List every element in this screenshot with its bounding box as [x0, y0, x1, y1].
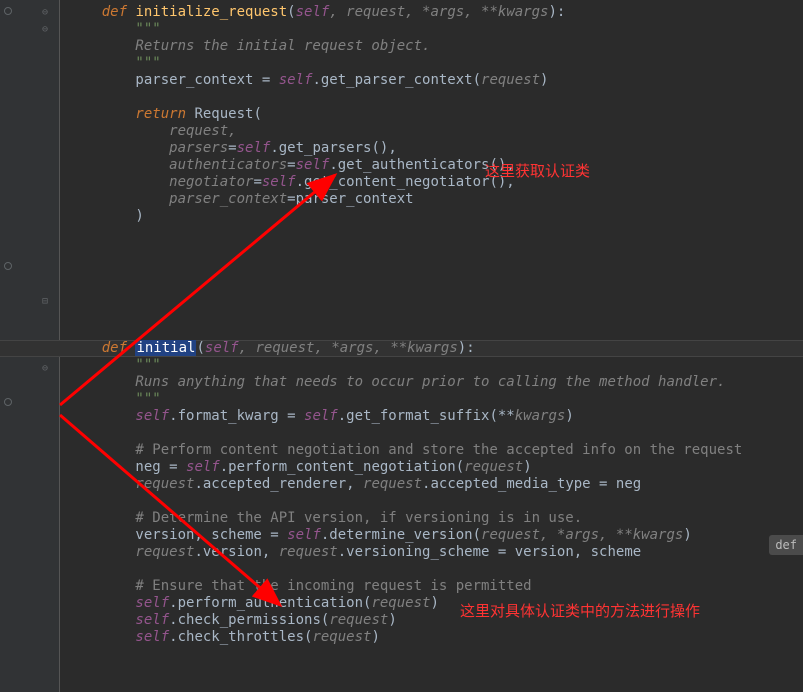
docstring: """: [68, 391, 161, 408]
breakpoint-marker[interactable]: [4, 398, 12, 406]
code-editor[interactable]: def initialize_request(self, request, *a…: [60, 0, 803, 692]
annotation-label-1: 这里获取认证类: [485, 160, 590, 181]
fold-icon[interactable]: ⊖: [42, 24, 52, 34]
fold-icon[interactable]: ⊖: [42, 363, 52, 373]
comment: # Determine the API version, if versioni…: [68, 510, 582, 527]
function-name: initialize_request: [135, 4, 287, 20]
fold-icon[interactable]: ⊖: [42, 7, 52, 17]
function-name-selected: initial: [135, 340, 196, 356]
keyword-def: def: [68, 340, 135, 356]
docstring: """: [68, 21, 161, 38]
fold-icon[interactable]: ⊟: [42, 296, 52, 306]
docstring: """: [68, 357, 161, 374]
docstring: Runs anything that needs to occur prior …: [68, 374, 725, 391]
comment: # Ensure that the incoming request is pe…: [68, 578, 532, 595]
keyword-def: def: [102, 4, 136, 20]
breakpoint-marker[interactable]: [4, 262, 12, 270]
docstring: """: [68, 55, 161, 72]
comment: # Perform content negotiation and store …: [68, 442, 742, 459]
def-floating-badge: def: [769, 535, 803, 555]
annotation-label-2: 这里对具体认证类中的方法进行操作: [460, 600, 700, 621]
docstring: Returns the initial request object.: [68, 38, 430, 55]
breakpoint-marker[interactable]: [4, 7, 12, 15]
